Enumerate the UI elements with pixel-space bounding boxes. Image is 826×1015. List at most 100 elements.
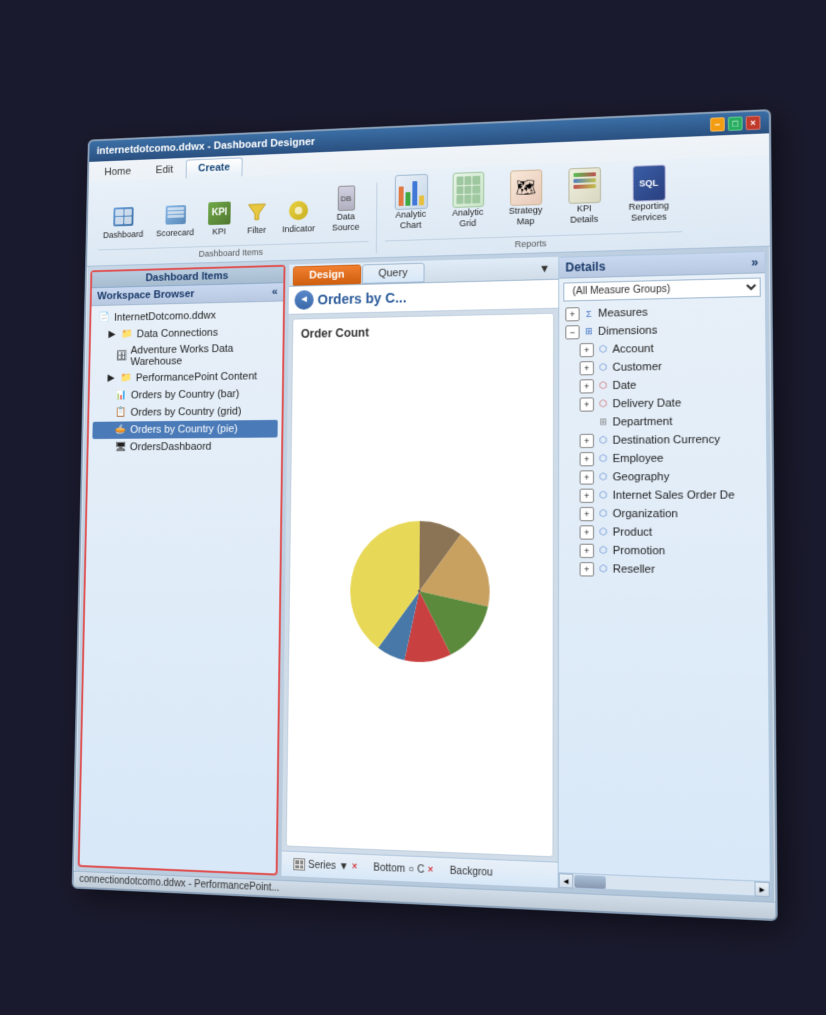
- promotion-label: Promotion: [613, 544, 665, 557]
- measures-expand-btn[interactable]: +: [565, 306, 579, 320]
- tree-item-adventure-works-label: Adventure Works Data Warehouse: [130, 341, 275, 367]
- tab-home[interactable]: Home: [92, 161, 143, 182]
- delivery-date-expand-btn[interactable]: +: [580, 396, 594, 410]
- customer-icon: ⬡: [596, 360, 610, 374]
- indicator-button[interactable]: Indicator: [277, 195, 320, 238]
- measure-group-select[interactable]: (All Measure Groups): [563, 277, 760, 301]
- product-expand-btn[interactable]: +: [580, 524, 594, 538]
- tree-reseller[interactable]: + ⬡ Reseller: [563, 559, 763, 579]
- tree-promotion[interactable]: + ⬡ Promotion: [563, 541, 763, 561]
- account-expand-btn[interactable]: +: [580, 342, 594, 356]
- bottom-c-icon[interactable]: C: [417, 863, 424, 875]
- grid-chart-icon: 📋: [115, 405, 128, 419]
- organization-expand-btn[interactable]: +: [580, 506, 594, 520]
- data-source-icon: DB: [334, 186, 357, 210]
- tree-delivery-date[interactable]: + ⬡ Delivery Date: [563, 392, 761, 413]
- tree-internet-sales[interactable]: + ⬡ Internet Sales Order De: [563, 485, 762, 504]
- tree-item-orders-dashboard[interactable]: 🖥 OrdersDashbaord: [92, 437, 277, 456]
- main-area: Dashboard Items Workspace Browser « 📄 In…: [74, 246, 775, 901]
- tree-item-orders-pie[interactable]: 🥧 Orders by Country (pie): [92, 419, 277, 438]
- dashboard-items-group-label: Dashboard Items: [98, 240, 368, 261]
- tree-customer[interactable]: + ⬡ Customer: [563, 355, 761, 376]
- series-label: Series: [308, 859, 336, 871]
- bottom-x-icon[interactable]: ×: [428, 864, 434, 876]
- ribbon-group-dashboard-items: Dashboard Scorecard: [94, 182, 377, 261]
- employee-expand-btn[interactable]: +: [580, 451, 594, 465]
- tree-date[interactable]: + ⬡ Date: [563, 374, 761, 395]
- tree-geography[interactable]: + ⬡ Geography: [563, 467, 762, 486]
- geography-expand-btn[interactable]: +: [580, 469, 594, 483]
- pie-chart: [348, 344, 491, 845]
- details-tree: (All Measure Groups) + Σ Measures − ⊞ Di…: [559, 272, 770, 880]
- scorecard-button[interactable]: Scorecard: [151, 199, 199, 241]
- data-source-button[interactable]: DB Data Source: [324, 182, 369, 235]
- tree-item-pp-content[interactable]: ▶ 📁 PerformancePoint Content: [93, 366, 278, 386]
- analytic-grid-icon: [452, 173, 484, 205]
- organization-label: Organization: [613, 507, 678, 519]
- analytic-chart-icon: [395, 175, 426, 207]
- analytic-chart-button[interactable]: Analytic Chart: [384, 172, 437, 234]
- series-delete-icon[interactable]: ×: [352, 860, 358, 872]
- maximize-button[interactable]: □: [728, 116, 743, 131]
- filter-icon: [245, 199, 268, 223]
- employee-icon: ⬡: [596, 451, 610, 465]
- tree-item-orders-grid[interactable]: 📋 Orders by Country (grid): [93, 401, 278, 420]
- series-dropdown-icon[interactable]: ▼: [339, 860, 349, 872]
- dashboard-tree-icon: 🖥: [114, 440, 127, 454]
- tree-item-adventure-works[interactable]: 🗄 Adventure Works Data Warehouse: [94, 339, 279, 369]
- background-item: Backgrou: [446, 862, 497, 880]
- back-nav-button[interactable]: ◄: [294, 289, 313, 309]
- tab-create[interactable]: Create: [186, 157, 242, 178]
- strategy-map-button[interactable]: 🗺 Strategy Map: [499, 167, 553, 230]
- tree-item-orders-grid-label: Orders by Country (grid): [130, 405, 241, 418]
- ribbon-group-reports: Analytic Chart Analytic Grid: [380, 162, 690, 252]
- kpi-details-label: KPI Details: [562, 202, 607, 225]
- tab-query[interactable]: Query: [362, 262, 425, 283]
- tree-department[interactable]: ⊞ Department: [563, 411, 762, 431]
- close-button[interactable]: ×: [746, 115, 761, 130]
- customer-expand-btn[interactable]: +: [580, 360, 594, 374]
- tab-collapse-btn[interactable]: ▼: [535, 262, 554, 274]
- reporting-services-button[interactable]: SQL Reporting Services: [616, 162, 682, 226]
- date-expand-btn[interactable]: +: [580, 378, 594, 392]
- internet-sales-expand-btn[interactable]: +: [580, 488, 594, 502]
- scroll-left-btn[interactable]: ◄: [559, 873, 574, 888]
- scorecard-label: Scorecard: [156, 227, 194, 238]
- scroll-right-btn[interactable]: ►: [754, 881, 769, 897]
- bottom-radio[interactable]: ○: [408, 863, 414, 875]
- kpi-icon: KPI: [208, 201, 231, 225]
- strategy-map-icon: 🗺: [510, 171, 542, 204]
- tree-destination-currency[interactable]: + ⬡ Destination Currency: [563, 429, 762, 449]
- dashboard-button[interactable]: Dashboard: [98, 201, 148, 243]
- reseller-expand-btn[interactable]: +: [580, 561, 594, 575]
- minimize-button[interactable]: −: [710, 117, 725, 132]
- measures-label: Measures: [598, 306, 648, 319]
- delivery-date-label: Delivery Date: [612, 396, 681, 409]
- tree-organization[interactable]: + ⬡ Organization: [563, 504, 762, 523]
- tree-item-orders-bar[interactable]: 📊 Orders by Country (bar): [93, 384, 278, 404]
- file-icon: 📄: [98, 310, 111, 324]
- dimensions-expand-btn[interactable]: −: [565, 324, 579, 338]
- tab-design[interactable]: Design: [293, 264, 361, 285]
- tree-product[interactable]: + ⬡ Product: [563, 522, 763, 541]
- kpi-details-button[interactable]: KPI Details: [557, 165, 612, 228]
- details-expand-btn[interactable]: »: [751, 254, 758, 268]
- reseller-icon: ⬡: [596, 561, 611, 575]
- scroll-thumb-h[interactable]: [574, 874, 605, 888]
- dest-currency-expand-btn[interactable]: +: [580, 433, 594, 447]
- tree-employee[interactable]: + ⬡ Employee: [563, 448, 762, 468]
- details-title: Details: [565, 259, 605, 274]
- kpi-button[interactable]: KPI KPI: [202, 198, 236, 240]
- kpi-details-icon: [568, 169, 601, 202]
- tree-item-orders-bar-label: Orders by Country (bar): [131, 387, 240, 400]
- chart-canvas: Order Count: [286, 312, 554, 857]
- collapse-button[interactable]: «: [272, 285, 278, 297]
- analytic-grid-button[interactable]: Analytic Grid: [441, 170, 495, 232]
- data-source-label: Data Source: [328, 211, 363, 233]
- filter-button[interactable]: Filter: [240, 196, 274, 238]
- tree-item-orders-dashboard-label: OrdersDashbaord: [130, 440, 212, 452]
- pie-chart-icon: 🥧: [114, 422, 127, 436]
- promotion-expand-btn[interactable]: +: [580, 543, 594, 557]
- window-controls: − □ ×: [710, 115, 760, 131]
- tab-edit[interactable]: Edit: [144, 159, 186, 179]
